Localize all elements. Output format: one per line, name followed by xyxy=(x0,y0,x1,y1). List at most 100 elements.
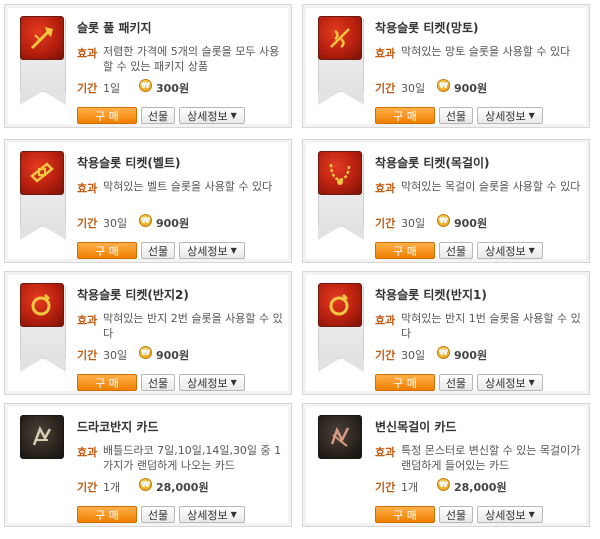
period-value: 1일 xyxy=(103,82,121,95)
item-title: 슬롯 풀 패키지 xyxy=(77,21,152,35)
coin-icon: ₩ xyxy=(139,79,152,92)
chevron-down-icon: ▼ xyxy=(230,246,237,255)
chevron-down-icon: ▼ xyxy=(230,510,237,519)
buy-button[interactable]: 구 매 xyxy=(77,242,137,259)
chevron-down-icon: ▼ xyxy=(528,246,535,255)
buy-button[interactable]: 구 매 xyxy=(77,107,137,124)
effect-text: 특정 몬스터로 변신할 수 있는 목걸이가 랜덤하게 들어있는 카드 xyxy=(401,444,581,472)
buy-button[interactable]: 구 매 xyxy=(375,506,435,523)
ring-slot-icon[interactable] xyxy=(318,283,362,327)
buy-button[interactable]: 구 매 xyxy=(77,374,137,391)
coin-icon: ₩ xyxy=(437,346,450,359)
buy-button[interactable]: 구 매 xyxy=(375,107,435,124)
gift-button[interactable]: 선물 xyxy=(439,107,473,124)
effect-label: 효과 xyxy=(77,182,98,195)
item-title: 착용슬롯 티켓(목걸이) xyxy=(375,156,490,170)
axe-slot-icon[interactable] xyxy=(20,16,64,60)
coin-icon: ₩ xyxy=(139,478,152,491)
chevron-down-icon: ▼ xyxy=(230,378,237,387)
item-card-transform-necklace: 변신목걸이 카드 효과 특정 몬스터로 변신할 수 있는 목걸이가 랜덤하게 들… xyxy=(302,403,590,527)
effect-text: 막혀있는 반지 2번 슬롯을 사용할 수 있다 xyxy=(103,312,283,340)
item-card-slot-full-package: 슬롯 풀 패키지 효과 저렴한 가격에 5개의 슬롯을 모두 사용할 수 있는 … xyxy=(4,4,292,128)
details-label: 상세정보 xyxy=(485,244,526,258)
item-card-belt-ticket: 착용슬롯 티켓(벨트) 효과 막혀있는 벨트 슬롯을 사용할 수 있다 기간 3… xyxy=(4,139,292,263)
period-label: 기간 xyxy=(77,481,98,494)
effect-text: 막혀있는 망토 슬롯을 사용할 수 있다 xyxy=(401,45,571,58)
details-dropdown-button[interactable]: 상세정보 ▼ xyxy=(477,374,543,391)
period-value: 30일 xyxy=(401,217,426,230)
details-label: 상세정보 xyxy=(187,376,228,390)
buy-button[interactable]: 구 매 xyxy=(375,374,435,391)
details-dropdown-button[interactable]: 상세정보 ▼ xyxy=(477,107,543,124)
price-value: 28,000원 xyxy=(156,481,209,494)
belt-slot-icon[interactable] xyxy=(20,151,64,195)
effect-label: 효과 xyxy=(77,446,98,459)
item-card-ring2-ticket: 착용슬롯 티켓(반지2) 효과 막혀있는 반지 2번 슬롯을 사용할 수 있다 … xyxy=(4,271,292,395)
period-label: 기간 xyxy=(375,349,396,362)
item-title: 착용슬롯 티켓(벨트) xyxy=(77,156,181,170)
period-label: 기간 xyxy=(375,82,396,95)
period-label: 기간 xyxy=(375,217,396,230)
details-label: 상세정보 xyxy=(485,109,526,123)
item-title: 변신목걸이 카드 xyxy=(375,420,457,434)
price-value: 28,000원 xyxy=(454,481,507,494)
necklace-slot-icon[interactable] xyxy=(318,151,362,195)
details-label: 상세정보 xyxy=(187,244,228,258)
gift-button[interactable]: 선물 xyxy=(439,242,473,259)
coin-icon: ₩ xyxy=(437,478,450,491)
item-title: 드라코반지 카드 xyxy=(77,420,159,434)
effect-text: 막혀있는 목걸이 슬롯을 사용할 수 있다 xyxy=(401,180,581,193)
chevron-down-icon: ▼ xyxy=(528,378,535,387)
period-label: 기간 xyxy=(77,349,98,362)
effect-text: 저렴한 가격에 5개의 슬롯을 모두 사용할 수 있는 패키지 상품 xyxy=(103,45,280,73)
item-card-necklace-ticket: 착용슬롯 티켓(목걸이) 효과 막혀있는 목걸이 슬롯을 사용할 수 있다 기간… xyxy=(302,139,590,263)
gift-button[interactable]: 선물 xyxy=(439,506,473,523)
price-value: 900원 xyxy=(454,82,488,95)
effect-label: 효과 xyxy=(77,314,98,327)
item-card-draco-ring: 드라코반지 카드 효과 배틀드라코 7일,10일,14일,30일 중 1가지가 … xyxy=(4,403,292,527)
coin-icon: ₩ xyxy=(139,346,152,359)
details-dropdown-button[interactable]: 상세정보 ▼ xyxy=(477,506,543,523)
transform-card-icon[interactable] xyxy=(318,415,362,459)
period-value: 30일 xyxy=(401,349,426,362)
effect-label: 효과 xyxy=(77,47,98,60)
period-value: 30일 xyxy=(401,82,426,95)
gift-button[interactable]: 선물 xyxy=(141,374,175,391)
chevron-down-icon: ▼ xyxy=(528,510,535,519)
item-title: 착용슬롯 티켓(반지2) xyxy=(77,288,189,302)
gift-button[interactable]: 선물 xyxy=(439,374,473,391)
chevron-down-icon: ▼ xyxy=(528,111,535,120)
details-dropdown-button[interactable]: 상세정보 ▼ xyxy=(179,107,245,124)
draco-card-icon[interactable] xyxy=(20,415,64,459)
price-value: 900원 xyxy=(454,217,488,230)
period-label: 기간 xyxy=(375,481,396,494)
buy-button[interactable]: 구 매 xyxy=(77,506,137,523)
effect-label: 효과 xyxy=(375,182,396,195)
item-title: 착용슬롯 티켓(반지1) xyxy=(375,288,487,302)
coin-icon: ₩ xyxy=(139,214,152,227)
item-card-cape-ticket: 착용슬롯 티켓(망토) 효과 막혀있는 망토 슬롯을 사용할 수 있다 기간 3… xyxy=(302,4,590,128)
ring-slot-icon[interactable] xyxy=(20,283,64,327)
details-dropdown-button[interactable]: 상세정보 ▼ xyxy=(179,242,245,259)
details-label: 상세정보 xyxy=(187,508,228,522)
details-dropdown-button[interactable]: 상세정보 ▼ xyxy=(179,374,245,391)
details-label: 상세정보 xyxy=(485,376,526,390)
period-value: 30일 xyxy=(103,349,128,362)
details-dropdown-button[interactable]: 상세정보 ▼ xyxy=(179,506,245,523)
period-value: 30일 xyxy=(103,217,128,230)
buy-button[interactable]: 구 매 xyxy=(375,242,435,259)
gift-button[interactable]: 선물 xyxy=(141,242,175,259)
cape-slot-icon[interactable] xyxy=(318,16,362,60)
period-label: 기간 xyxy=(77,217,98,230)
item-card-ring1-ticket: 착용슬롯 티켓(반지1) 효과 막혀있는 반지 1번 슬롯을 사용할 수 있다 … xyxy=(302,271,590,395)
gift-button[interactable]: 선물 xyxy=(141,107,175,124)
coin-icon: ₩ xyxy=(437,79,450,92)
gift-button[interactable]: 선물 xyxy=(141,506,175,523)
chevron-down-icon: ▼ xyxy=(230,111,237,120)
details-label: 상세정보 xyxy=(187,109,228,123)
effect-label: 효과 xyxy=(375,314,396,327)
price-value: 900원 xyxy=(156,217,190,230)
effect-label: 효과 xyxy=(375,47,396,60)
details-dropdown-button[interactable]: 상세정보 ▼ xyxy=(477,242,543,259)
period-label: 기간 xyxy=(77,82,98,95)
